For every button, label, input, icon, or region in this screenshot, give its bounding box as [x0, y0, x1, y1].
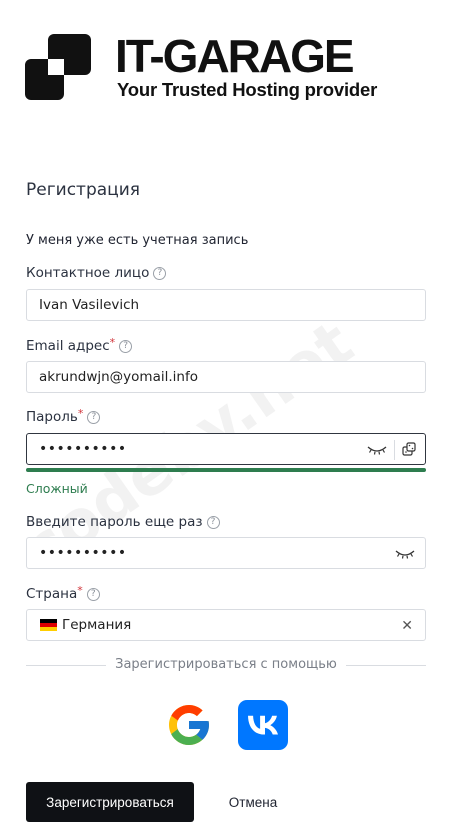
password-confirm-value: •••••••••• [39, 545, 127, 561]
help-icon[interactable]: ? [153, 266, 167, 280]
vk-icon[interactable] [238, 700, 288, 750]
password-label-text: Пароль [26, 409, 78, 425]
social-divider-text: Зарегистрироваться с помощью [115, 657, 337, 672]
help-icon[interactable]: ? [206, 515, 220, 529]
have-account-link[interactable]: У меня уже есть учетная запись [26, 233, 248, 248]
email-value: akrundwjn@yomail.info [39, 369, 198, 385]
country-value: Германия [62, 617, 132, 633]
contact-value: Ivan Vasilevich [39, 297, 140, 313]
brand-tagline: Your Trusted Hosting provider [117, 79, 378, 100]
help-icon[interactable]: ? [86, 587, 100, 601]
password-confirm-label: Введите пароль еще раз ? [26, 514, 220, 530]
country-label-text: Страна [26, 586, 78, 602]
toggle-visibility-icon[interactable] [367, 442, 387, 456]
germany-flag-icon [40, 619, 57, 631]
email-label-text: Email адрес [26, 338, 110, 354]
cancel-button[interactable]: Отмена [213, 782, 293, 822]
country-select[interactable]: Германия ✕ [26, 609, 426, 641]
required-mark: * [77, 406, 84, 420]
help-icon[interactable]: ? [119, 339, 133, 353]
clear-icon[interactable]: ✕ [401, 618, 413, 634]
toggle-visibility-icon[interactable] [395, 546, 415, 560]
page-title: Регистрация [26, 180, 140, 200]
google-icon[interactable] [165, 701, 213, 749]
password-value: •••••••••• [39, 441, 127, 457]
password-strength-text: Сложный [26, 481, 88, 496]
email-field[interactable]: akrundwjn@yomail.info [26, 361, 426, 393]
contact-label: Контактное лицо ? [26, 265, 167, 281]
password-confirm-label-text: Введите пароль еще раз [26, 514, 203, 530]
contact-label-text: Контактное лицо [26, 265, 150, 281]
password-strength-bar [26, 468, 426, 472]
country-label: Страна * ? [26, 583, 100, 602]
generate-password-icon[interactable] [401, 441, 417, 457]
brand-name: IT-GARAGE [115, 30, 355, 82]
password-label: Пароль * ? [26, 406, 101, 425]
password-field[interactable]: •••••••••• [26, 433, 426, 465]
password-confirm-field[interactable]: •••••••••• [26, 537, 426, 569]
help-icon[interactable]: ? [87, 410, 101, 424]
required-mark: * [77, 583, 83, 597]
email-label: Email адрес * ? [26, 335, 133, 354]
contact-field[interactable]: Ivan Vasilevich [26, 289, 426, 321]
field-separator [394, 440, 395, 460]
logo-mark-icon [25, 34, 91, 100]
vk-logo-glyph [248, 715, 278, 735]
brand-logo: IT-GARAGE Your Trusted Hosting provider [25, 30, 435, 104]
register-button[interactable]: Зарегистрироваться [26, 782, 194, 822]
required-mark: * [109, 335, 116, 349]
